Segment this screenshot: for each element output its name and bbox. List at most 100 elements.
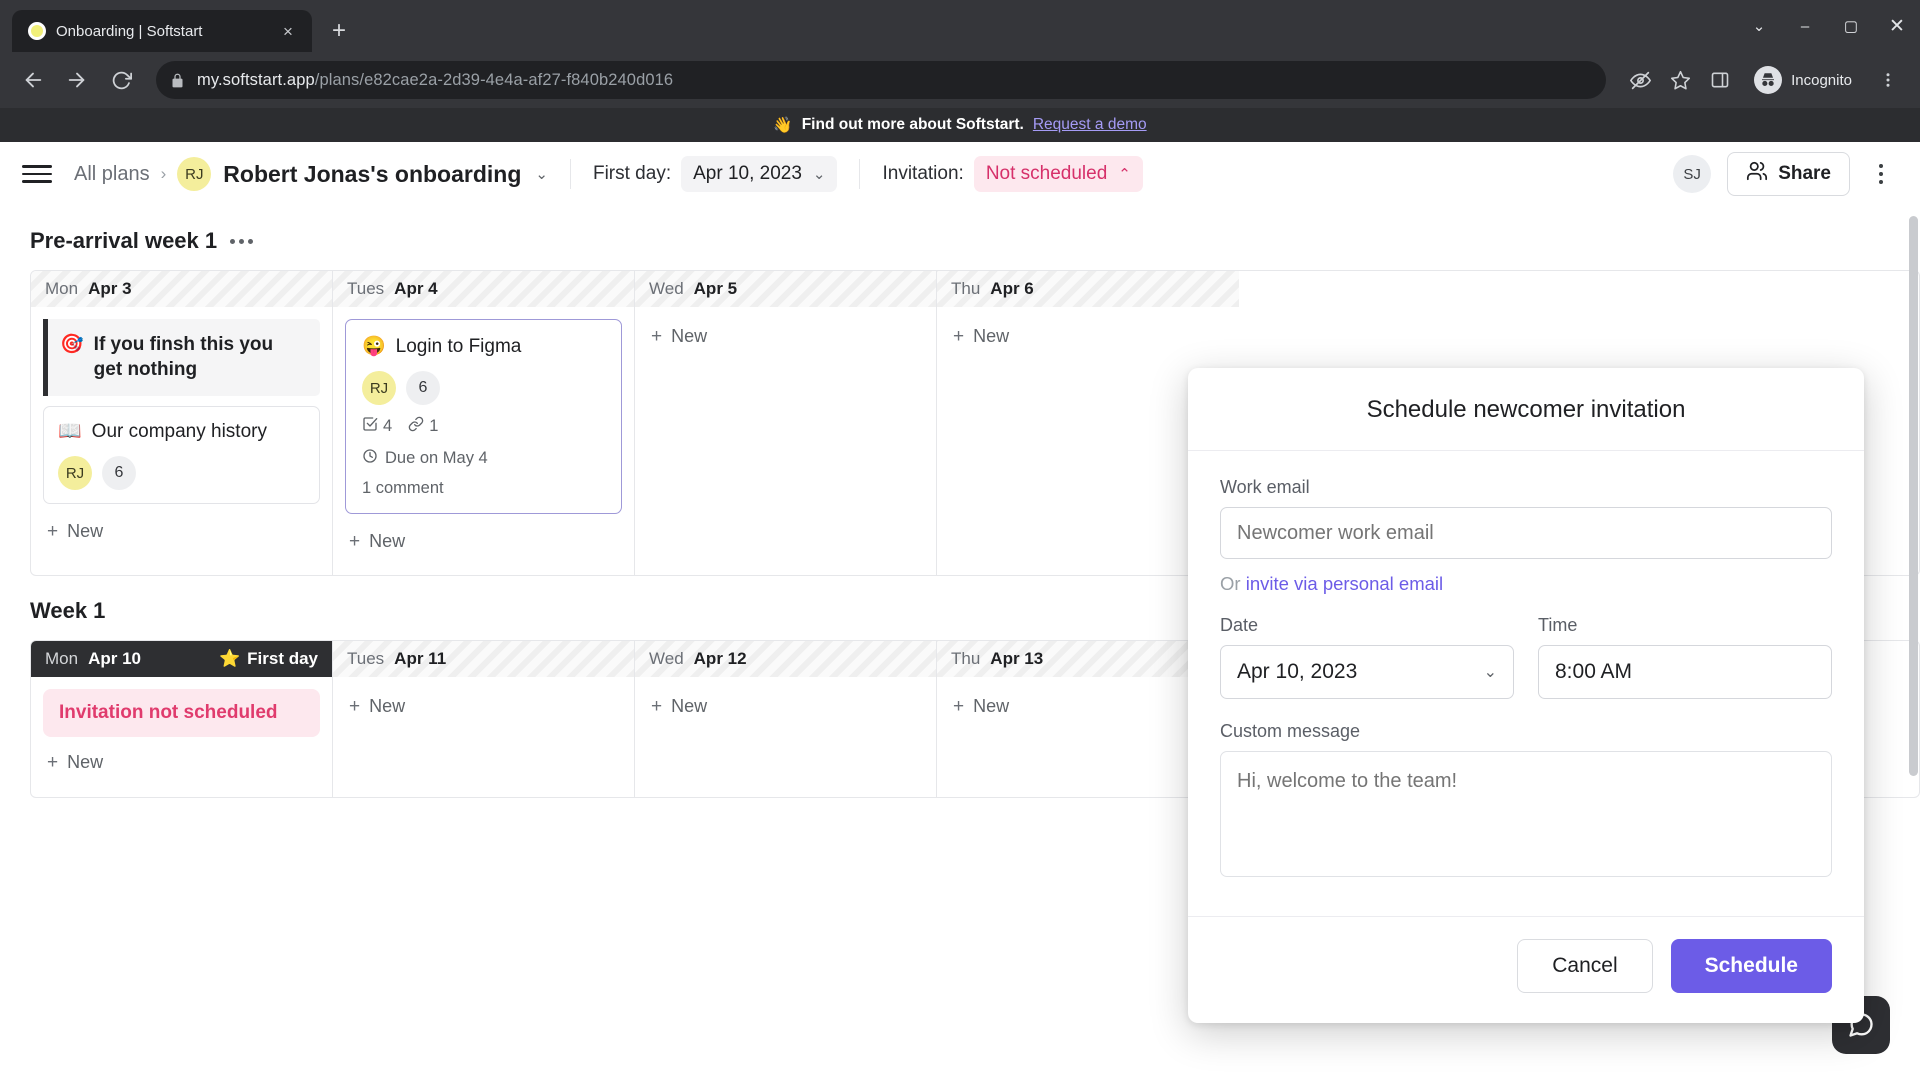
date-label: Date [1220, 615, 1259, 635]
task-count-badge: 6 [102, 456, 136, 491]
add-new-button[interactable]: + New [949, 319, 1227, 354]
day-weekday: Wed [649, 279, 684, 298]
bookmark-star-icon[interactable] [1662, 62, 1698, 98]
share-button[interactable]: Share [1727, 152, 1850, 196]
plus-icon: + [47, 752, 59, 774]
browser-tab[interactable]: Onboarding | Softstart × [12, 10, 312, 52]
date-value: Apr 10, 2023 [1237, 660, 1358, 683]
day-header-first-day: Mon Apr 10 ⭐ First day [31, 641, 332, 678]
vertical-scrollbar[interactable] [1909, 216, 1918, 776]
forward-arrow-icon[interactable] [58, 61, 96, 99]
first-day-picker[interactable]: Apr 10, 2023 ⌄ [681, 156, 838, 192]
add-new-label: New [67, 521, 104, 542]
tab-title: Onboarding | Softstart [56, 22, 203, 40]
day-body: Invitation not scheduled + New [31, 677, 332, 797]
ellipsis-icon[interactable] [230, 238, 254, 244]
breadcrumb-separator-icon: › [160, 164, 167, 183]
cancel-button[interactable]: Cancel [1517, 939, 1653, 993]
add-new-button[interactable]: + New [43, 514, 320, 549]
more-options-icon[interactable] [1864, 164, 1898, 184]
reload-icon[interactable] [102, 61, 140, 99]
date-time-row: Date Apr 10, 2023 ⌄ Time 8:00 AM [1220, 615, 1832, 699]
add-new-label: New [671, 326, 708, 346]
day-weekday: Tues [347, 649, 385, 669]
day-weekday: Wed [649, 649, 684, 669]
add-new-button[interactable]: + New [647, 319, 924, 354]
chevron-down-icon[interactable]: ⌄ [535, 165, 548, 183]
day-date: Apr 4 [394, 279, 438, 298]
share-label: Share [1778, 163, 1831, 184]
task-card-title: 🎯 If you finsh this you get nothing [60, 332, 306, 382]
section-header: Pre-arrival week 1 [30, 206, 1920, 270]
clock-icon [362, 448, 378, 469]
task-card[interactable]: 🎯 If you finsh this you get nothing [43, 319, 320, 397]
task-card[interactable]: 😜 Login to Figma RJ 6 4 1 Due on May 4 1… [345, 319, 622, 515]
add-new-button[interactable]: + New [345, 524, 622, 559]
promo-text: Find out more about Softstart. [801, 116, 1024, 133]
user-avatar[interactable]: SJ [1673, 155, 1712, 193]
invitation-label: Invitation: [882, 163, 964, 184]
first-day-label: First day: [592, 163, 672, 184]
add-new-button[interactable]: + New [949, 689, 1227, 724]
address-bar[interactable]: my.softstart.app/plans/e82cae2a-2d39-4e4… [156, 61, 1607, 99]
section-title: Week 1 [30, 598, 106, 624]
modal-title: Schedule newcomer invitation [1188, 368, 1864, 451]
no-tracking-icon[interactable] [1622, 62, 1658, 98]
add-new-label: New [973, 696, 1010, 717]
day-date: Apr 3 [88, 279, 132, 298]
day-header: Mon Apr 3 [31, 271, 332, 307]
date-field: Date Apr 10, 2023 ⌄ [1220, 615, 1514, 699]
add-new-button[interactable]: + New [345, 689, 622, 724]
day-body: + New [635, 677, 936, 797]
chevron-down-icon[interactable]: ⌄ [1736, 6, 1782, 46]
task-card-due: Due on May 4 [362, 448, 605, 469]
request-demo-link[interactable]: Request a demo [1033, 116, 1147, 134]
day-header: Thu Apr 6 [937, 271, 1239, 307]
plus-icon: + [349, 696, 361, 718]
task-card-title: 📖 Our company history [58, 419, 305, 444]
side-panel-icon[interactable] [1702, 62, 1738, 98]
invitation-status-button[interactable]: Not scheduled ⌃ [973, 156, 1143, 192]
invitation-not-scheduled-pill[interactable]: Invitation not scheduled [43, 689, 320, 738]
add-new-button[interactable]: + New [647, 689, 924, 724]
day-weekday: Mon [45, 649, 79, 669]
minimize-icon[interactable]: – [1782, 6, 1828, 46]
winking-face-emoji-icon: 😜 [362, 336, 386, 357]
maximize-icon[interactable]: ▢ [1828, 6, 1874, 46]
day-body: 🎯 If you finsh this you get nothing 📖 Ou… [31, 307, 332, 565]
plus-icon: + [953, 696, 965, 718]
task-card-meta: RJ 6 [58, 456, 305, 491]
incognito-indicator[interactable]: Incognito [1748, 62, 1866, 98]
schedule-invitation-modal: Schedule newcomer invitation Work email … [1188, 368, 1864, 1023]
kebab-menu-icon[interactable] [1870, 62, 1906, 98]
back-arrow-icon[interactable] [14, 61, 52, 99]
task-card[interactable]: 📖 Our company history RJ 6 [43, 406, 320, 505]
day-date: Apr 13 [990, 649, 1044, 669]
hamburger-icon[interactable] [22, 165, 52, 183]
day-body: 😜 Login to Figma RJ 6 4 1 Due on May 4 1… [333, 307, 634, 575]
date-select[interactable]: Apr 10, 2023 ⌄ [1220, 645, 1514, 699]
day-weekday: Mon [45, 279, 79, 298]
status-badge: Not scheduled [985, 163, 1108, 184]
close-icon[interactable]: × [276, 19, 300, 43]
task-card-text: If you finsh this you get nothing [93, 334, 274, 381]
time-select[interactable]: 8:00 AM [1538, 645, 1832, 699]
add-new-label: New [973, 326, 1010, 346]
day-body: + New [635, 307, 936, 427]
url-text: my.softstart.app/plans/e82cae2a-2d39-4e4… [197, 71, 673, 90]
breadcrumb-all-plans[interactable]: All plans [74, 163, 150, 186]
new-tab-button[interactable]: + [322, 14, 356, 48]
invite-via-personal-email-link[interactable]: invite via personal email [1246, 573, 1443, 594]
work-email-input[interactable] [1220, 507, 1832, 559]
schedule-button[interactable]: Schedule [1670, 939, 1832, 993]
window-close-icon[interactable]: ✕ [1874, 6, 1920, 46]
day-header: Wed Apr 12 [635, 641, 936, 678]
add-new-button[interactable]: + New [43, 745, 320, 780]
checklist-stat: 4 [362, 416, 392, 437]
day-header: Wed Apr 5 [635, 271, 936, 307]
day-weekday: Thu [951, 279, 981, 298]
day-column: Mon Apr 3 🎯 If you finsh this you get no… [31, 271, 333, 576]
first-day-value: Apr 10, 2023 [693, 163, 802, 184]
custom-message-textarea[interactable] [1220, 751, 1832, 877]
add-new-label: New [369, 531, 406, 552]
